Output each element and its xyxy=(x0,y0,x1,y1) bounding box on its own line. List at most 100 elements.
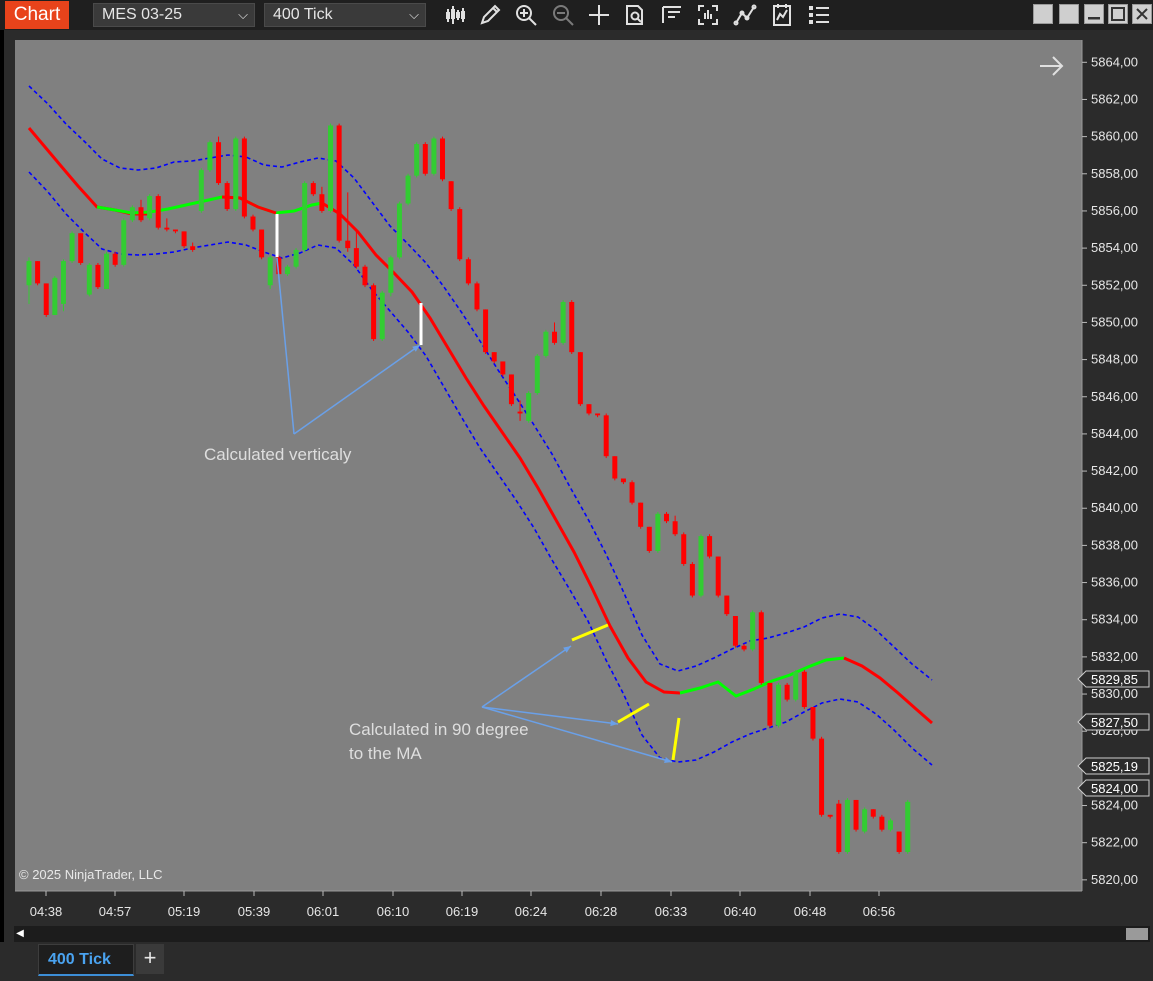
bar-body xyxy=(758,612,764,683)
annotation-perpendicular-label: to the MA xyxy=(349,744,422,763)
price-bar xyxy=(448,181,454,211)
price-bar xyxy=(681,532,687,566)
price-tick-label: 5846,00 xyxy=(1091,389,1138,404)
bar-body xyxy=(379,292,385,340)
price-bar xyxy=(543,329,549,358)
price-bar xyxy=(732,616,738,648)
bar-body xyxy=(207,142,213,171)
price-tick-label: 5838,00 xyxy=(1091,537,1138,552)
price-bar xyxy=(172,229,178,234)
perpendicular-distance-marker xyxy=(671,717,681,761)
bar-body xyxy=(526,393,532,421)
bar-body xyxy=(302,183,308,250)
price-tick-label: 5864,00 xyxy=(1091,54,1138,69)
price-bar xyxy=(534,354,540,395)
horizontal-scrollbar[interactable]: ◀ xyxy=(14,926,1150,942)
bar-body xyxy=(655,513,661,551)
time-tick-label: 06:40 xyxy=(724,904,757,919)
price-bar xyxy=(793,669,799,702)
tab-400-tick[interactable]: 400 Tick xyxy=(38,944,134,976)
price-tag-label: 5827,50 xyxy=(1091,715,1138,730)
price-bar xyxy=(233,136,239,211)
bar-body xyxy=(457,209,463,260)
bar-body xyxy=(595,413,601,416)
bar-body xyxy=(241,138,247,217)
price-bars xyxy=(26,123,911,854)
bar-body xyxy=(138,207,144,221)
price-bar xyxy=(405,173,411,206)
price-chart[interactable]: 5864,00 5862,00 5860,00 5858,00 5856,00 5854,… xyxy=(0,0,1153,930)
bar-body xyxy=(181,231,187,247)
bar-body xyxy=(448,181,454,210)
annotation-arrow xyxy=(293,344,421,435)
bar-body xyxy=(784,684,790,700)
bar-body xyxy=(284,266,290,275)
price-bar xyxy=(457,207,463,262)
price-bar xyxy=(646,526,652,553)
bar-body xyxy=(638,502,644,527)
price-bar xyxy=(440,136,446,182)
price-tick-label: 5856,00 xyxy=(1091,203,1138,218)
price-bar xyxy=(862,807,868,834)
bar-body xyxy=(474,283,480,310)
bar-body xyxy=(741,645,747,650)
price-bar xyxy=(664,511,670,524)
price-bar xyxy=(78,233,84,265)
price-bar xyxy=(284,264,290,276)
bar-body xyxy=(319,194,325,211)
annotation-perpendicular-label: Calculated in 90 degree xyxy=(349,720,529,739)
price-bar xyxy=(750,610,756,652)
price-bar xyxy=(517,400,523,421)
price-bar xyxy=(569,300,575,355)
bar-body xyxy=(724,595,730,615)
bar-body xyxy=(569,301,575,353)
bar-body xyxy=(629,482,635,503)
add-tab-button[interactable]: + xyxy=(136,944,164,974)
bar-body xyxy=(35,261,41,284)
bar-body xyxy=(396,203,402,258)
price-tick-label: 5852,00 xyxy=(1091,277,1138,292)
bar-body xyxy=(776,684,782,726)
price-tick-label: 5820,00 xyxy=(1091,872,1138,887)
ma-line-segment xyxy=(27,127,150,216)
bar-body xyxy=(853,799,859,830)
bar-body xyxy=(362,266,368,286)
bar-body xyxy=(827,814,833,817)
time-tick-label: 06:19 xyxy=(446,904,479,919)
price-bar xyxy=(336,123,342,243)
price-bar xyxy=(86,262,92,297)
price-bar xyxy=(362,264,368,288)
copyright-notice: © 2025 NinjaTrader, LLC xyxy=(19,867,163,882)
price-bar xyxy=(698,534,704,598)
indicator-layer xyxy=(27,85,933,766)
bar-body xyxy=(681,534,687,564)
price-bar xyxy=(655,511,661,553)
bar-body xyxy=(293,249,299,267)
price-bar xyxy=(629,480,635,505)
price-bar xyxy=(224,181,230,211)
bar-body xyxy=(672,521,678,535)
annotation-arrow-line xyxy=(293,344,421,435)
bar-body xyxy=(543,331,549,356)
price-bar xyxy=(638,502,644,529)
perpendicular-distance-marker xyxy=(617,702,650,724)
scroll-thumb[interactable] xyxy=(1126,928,1148,940)
annotation-vertical-label: Calculated verticaly xyxy=(204,445,352,464)
annotation-arrow-line xyxy=(481,645,572,708)
price-bar xyxy=(560,300,566,345)
price-bar xyxy=(216,136,222,185)
bar-body xyxy=(552,331,558,343)
price-bar xyxy=(776,682,782,728)
price-bar xyxy=(819,736,825,817)
bar-body xyxy=(86,264,92,295)
bar-body xyxy=(440,138,446,180)
scroll-left-icon[interactable]: ◀ xyxy=(14,926,26,942)
price-bar xyxy=(905,799,911,854)
price-bar xyxy=(836,799,842,854)
price-bar xyxy=(190,242,196,252)
bar-body xyxy=(896,831,902,852)
bar-body xyxy=(862,809,868,832)
bar-body xyxy=(172,229,178,232)
bar-body xyxy=(612,456,618,479)
price-tick-label: 5830,00 xyxy=(1091,686,1138,701)
